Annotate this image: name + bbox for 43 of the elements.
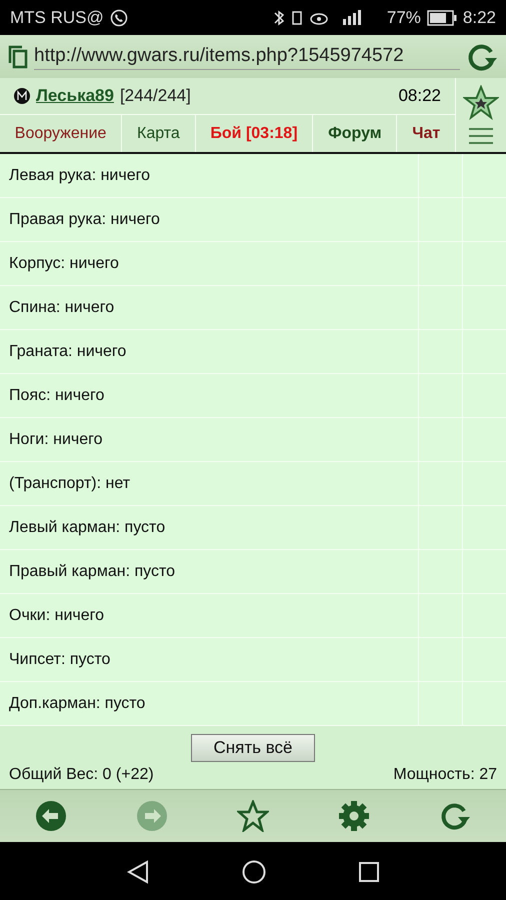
health-points: [244/244] xyxy=(120,86,191,106)
server-time: 08:22 xyxy=(398,86,441,106)
slot-label: Ноги: ничего xyxy=(8,430,104,450)
nav-tab[interactable]: Карта xyxy=(121,115,195,152)
unequip-all-button[interactable]: Снять всё xyxy=(191,734,315,762)
nav-tab[interactable]: Форум xyxy=(312,115,396,152)
forward-icon xyxy=(136,800,168,832)
total-weight: Общий Вес: 0 (+22) xyxy=(9,766,154,784)
slot-label: Доп.карман: пусто xyxy=(8,694,146,714)
recents-icon[interactable] xyxy=(359,862,380,882)
clock: 8:22 xyxy=(462,8,496,28)
settings-icon xyxy=(338,800,370,832)
star-icon[interactable] xyxy=(463,85,499,121)
carrier-name: MTS RUS@ xyxy=(10,8,104,28)
copy-icon[interactable] xyxy=(8,44,28,68)
slot-label: Чипсет: пусто xyxy=(8,650,112,670)
slot-label: Спина: ничего xyxy=(8,298,116,318)
phone-icon xyxy=(110,8,128,26)
username-link[interactable]: Леська89 xyxy=(36,86,114,106)
toolbar-button[interactable] xyxy=(34,800,67,832)
slot-label: Левый карман: пусто xyxy=(8,518,166,538)
back-icon[interactable] xyxy=(126,860,149,884)
star-icon xyxy=(236,800,269,832)
nav-tab[interactable]: Вооружение xyxy=(0,115,122,152)
toolbar-button[interactable] xyxy=(236,800,269,832)
battery-icon xyxy=(426,10,457,26)
slot-label: (Транспорт): нет xyxy=(8,474,132,494)
slot-label: Очки: ничего xyxy=(8,606,105,626)
avatar-icon xyxy=(14,88,30,104)
slot-label: Пояс: ничего xyxy=(8,386,106,406)
nav-tab[interactable]: Бой [03:18] xyxy=(194,115,312,152)
slot-label: Корпус: ничего xyxy=(8,254,120,274)
slot-label: Граната: ничего xyxy=(8,342,128,362)
power-value: Мощность: 27 xyxy=(393,766,497,784)
battery-percent: 77% xyxy=(386,8,421,28)
home-icon[interactable] xyxy=(242,860,266,884)
slot-label: Правый карман: пусто xyxy=(8,562,176,582)
toolbar-button[interactable] xyxy=(338,800,370,832)
slot-label: Левая рука: ничего xyxy=(8,166,151,186)
menu-icon[interactable] xyxy=(468,127,494,145)
nav-tab[interactable]: Чат xyxy=(396,115,455,152)
slot-label: Правая рука: ничего xyxy=(8,210,161,230)
back-icon xyxy=(34,800,67,832)
